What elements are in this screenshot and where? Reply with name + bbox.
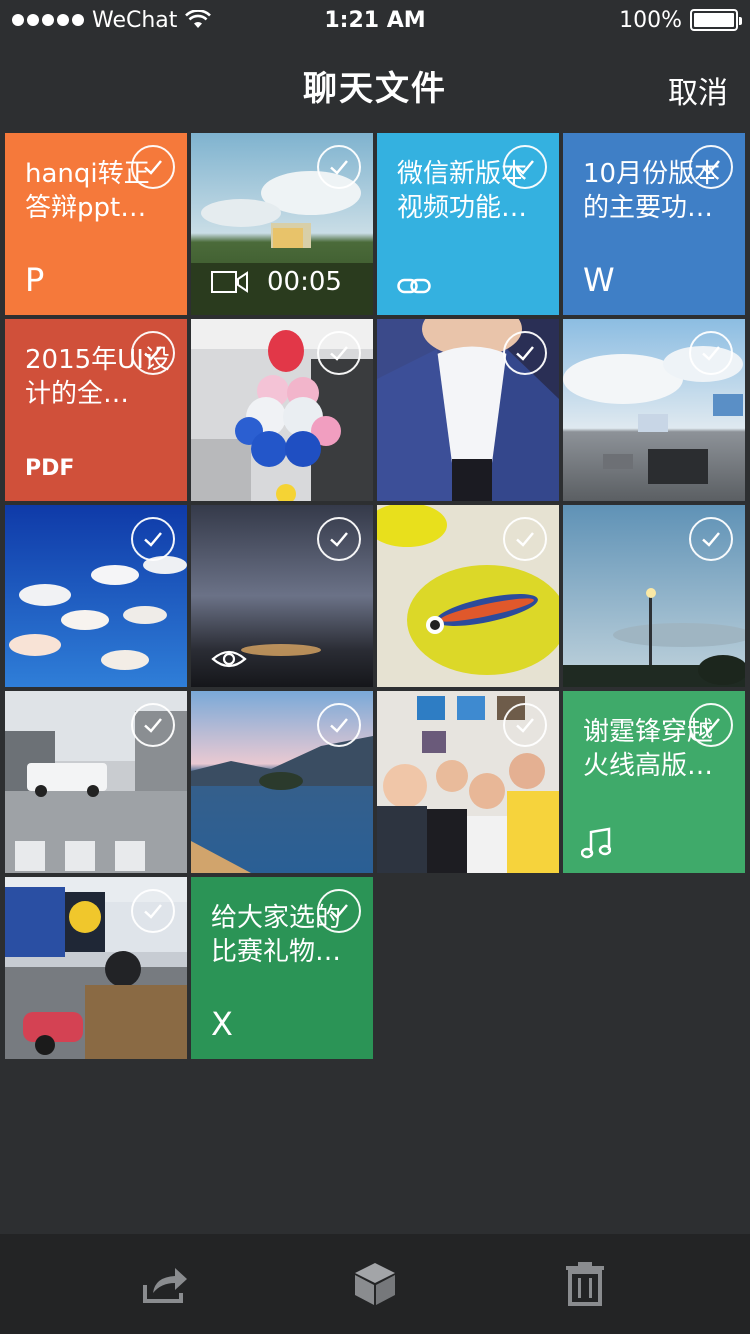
status-bar: WeChat 1:21 AM 100% (0, 0, 750, 40)
file-tile-photo-motorbike[interactable] (5, 877, 187, 1059)
file-tile-photo-night[interactable] (191, 505, 373, 687)
file-tile-photo-aquarium[interactable] (5, 505, 187, 687)
file-type-label: X (211, 1005, 233, 1043)
file-tile-word[interactable]: 10月份版本的主要功… W (563, 133, 745, 315)
file-tile-photo-yellow-fish[interactable] (377, 505, 559, 687)
check-icon[interactable] (689, 517, 733, 561)
status-left: WeChat (12, 7, 212, 33)
check-icon[interactable] (317, 517, 361, 561)
cancel-button[interactable]: 取消 (668, 68, 728, 112)
file-tile-photo-balloons[interactable] (191, 319, 373, 501)
bottom-toolbar (0, 1234, 750, 1334)
file-tile-link[interactable]: 微信新版本视频功能… (377, 133, 559, 315)
file-tile-photo-road[interactable] (563, 319, 745, 501)
check-icon[interactable] (689, 145, 733, 189)
delete-button[interactable] (555, 1254, 615, 1314)
video-camera-icon (211, 271, 248, 293)
link-icon (397, 278, 431, 294)
battery-percent: 100% (619, 7, 682, 33)
page-title: 聊天文件 (303, 68, 447, 109)
file-tile-photo-group[interactable] (377, 691, 559, 873)
file-tile-photo-selfie[interactable] (377, 319, 559, 501)
file-tile-photo-streetlight[interactable] (563, 505, 745, 687)
share-button[interactable] (135, 1254, 195, 1314)
file-tile-photo-lake[interactable] (191, 691, 373, 873)
check-icon[interactable] (131, 703, 175, 747)
check-icon[interactable] (131, 889, 175, 933)
check-icon[interactable] (503, 331, 547, 375)
check-icon[interactable] (131, 517, 175, 561)
trash-icon (566, 1262, 604, 1306)
nav-bar: 聊天文件 取消 (0, 40, 750, 130)
video-info: 00:05 (211, 267, 342, 297)
file-grid: hanqi转正答辩ppt… P 00:05 微信新版本视频功能… 10月份版本的… (5, 133, 746, 1059)
file-type-label: P (25, 261, 45, 299)
file-tile-ppt[interactable]: hanqi转正答辩ppt… P (5, 133, 187, 315)
eye-icon (211, 650, 247, 668)
share-icon (143, 1268, 187, 1303)
carrier-label: WeChat (92, 7, 178, 33)
check-icon[interactable] (131, 145, 175, 189)
file-tile-excel[interactable]: 给大家选的比赛礼物… X (191, 877, 373, 1059)
file-tile-music[interactable]: 谢霆锋穿越火线高版… (563, 691, 745, 873)
check-icon[interactable] (317, 889, 361, 933)
favorite-box-button[interactable] (345, 1254, 405, 1314)
check-icon[interactable] (317, 703, 361, 747)
file-tile-photo-street[interactable] (5, 691, 187, 873)
signal-strength-icon (12, 14, 84, 26)
file-type-label: PDF (25, 456, 75, 481)
wifi-icon (185, 10, 212, 28)
check-icon[interactable] (131, 331, 175, 375)
file-tile-video[interactable]: 00:05 (191, 133, 373, 315)
check-icon[interactable] (503, 145, 547, 189)
video-duration: 00:05 (267, 267, 342, 297)
check-icon[interactable] (317, 145, 361, 189)
check-icon[interactable] (503, 703, 547, 747)
box-icon (355, 1263, 395, 1305)
file-tile-pdf[interactable]: 2015年UI设计的全… PDF (5, 319, 187, 501)
check-icon[interactable] (317, 331, 361, 375)
check-icon[interactable] (503, 517, 547, 561)
file-type-label: W (583, 261, 615, 299)
music-note-icon (581, 827, 611, 859)
check-icon[interactable] (689, 331, 733, 375)
battery-icon (690, 9, 742, 31)
status-right: 100% (619, 7, 742, 33)
check-icon[interactable] (689, 703, 733, 747)
